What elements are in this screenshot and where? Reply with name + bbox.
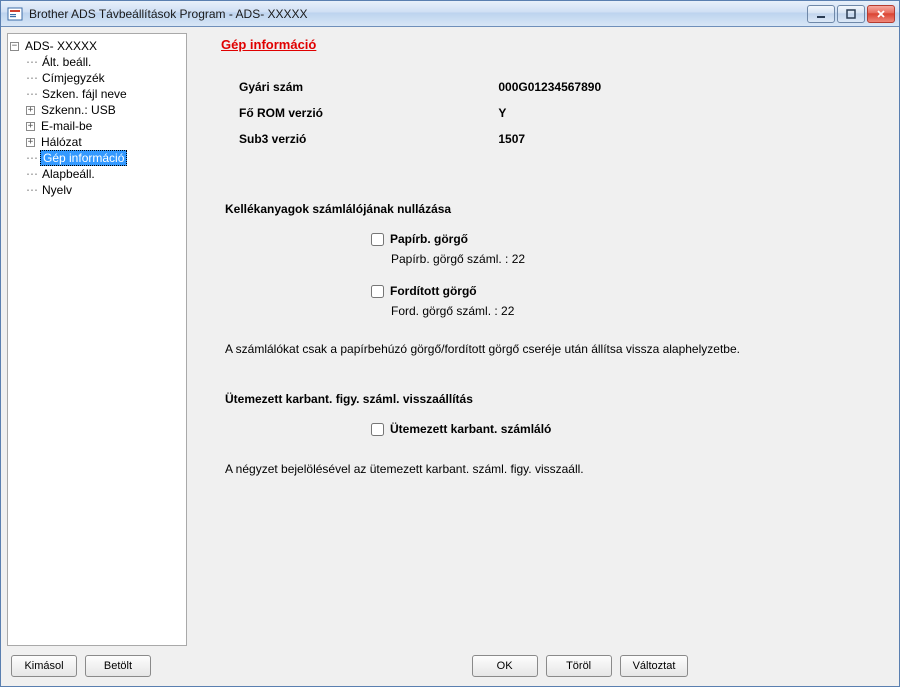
pickup-roller-label: Papírb. görgő (390, 232, 468, 246)
expand-icon[interactable]: + (26, 122, 35, 131)
minimize-button[interactable] (807, 5, 835, 23)
tree-item[interactable]: ⋯Gép információ (10, 150, 184, 166)
window-controls (807, 5, 895, 23)
reverse-roller-count: Ford. görgő száml. : 22 (391, 304, 885, 318)
sched-maint-note: A négyzet bejelölésével az ütemezett kar… (225, 462, 881, 476)
tree-item[interactable]: ⋯Ált. beáll. (10, 54, 184, 70)
sched-maint-label: Ütemezett karbant. számláló (390, 422, 551, 436)
tree-branch-icon: ⋯ (26, 151, 40, 165)
tree-item-label: Címjegyzék (40, 71, 107, 85)
machine-info-table: Gyári szám 000G01234567890 Fő ROM verzió… (239, 80, 885, 158)
mainrom-value: Y (498, 106, 506, 120)
cancel-button[interactable]: Töröl (546, 655, 612, 677)
tree-root-label: ADS- XXXXX (23, 39, 99, 53)
tree-item[interactable]: + E-mail-be (10, 118, 184, 134)
reset-supplies-note: A számlálókat csak a papírbehúzó görgő/f… (225, 342, 881, 356)
tree-item[interactable]: ⋯Nyelv (10, 182, 184, 198)
tree-branch-icon: ⋯ (26, 71, 40, 85)
tree-item[interactable]: + Hálózat (10, 134, 184, 150)
titlebar: Brother ADS Távbeállítások Program - ADS… (1, 1, 899, 27)
sub3-value: 1507 (498, 132, 525, 146)
app-window: Brother ADS Távbeállítások Program - ADS… (0, 0, 900, 687)
left-buttons: Kimásol Betölt (11, 655, 151, 677)
apply-button[interactable]: Változtat (620, 655, 689, 677)
reverse-roller-label: Fordított görgő (390, 284, 477, 298)
tree-item-label: Nyelv (40, 183, 74, 197)
ok-button[interactable]: OK (472, 655, 538, 677)
tree-root[interactable]: − ADS- XXXXX (10, 38, 184, 54)
app-icon (7, 6, 23, 22)
reset-supplies-heading: Kellékanyagok számlálójának nullázása (225, 202, 885, 216)
pickup-roller-checkbox[interactable] (371, 233, 384, 246)
tree-item[interactable]: ⋯Szken. fájl neve (10, 86, 184, 102)
tree-item[interactable]: ⋯Alapbeáll. (10, 166, 184, 182)
sched-maint-heading: Ütemezett karbant. figy. száml. visszaál… (225, 392, 885, 406)
window-title: Brother ADS Távbeállítások Program - ADS… (29, 7, 807, 21)
pickup-roller-count: Papírb. görgő száml. : 22 (391, 252, 885, 266)
expand-icon[interactable]: + (26, 106, 35, 115)
sub3-label: Sub3 verzió (239, 132, 495, 146)
right-buttons: OK Töröl Változtat (472, 655, 689, 677)
tree-item-label: Alapbeáll. (40, 167, 97, 181)
page-title: Gép információ (221, 37, 885, 52)
reverse-roller-checkbox[interactable] (371, 285, 384, 298)
serial-value: 000G01234567890 (498, 80, 601, 94)
bottom-button-bar: Kimásol Betölt OK Töröl Változtat (7, 646, 893, 686)
tree-item[interactable]: + Szkenn.: USB (10, 102, 184, 118)
expand-icon[interactable]: + (26, 138, 35, 147)
tree-item-label: Hálózat (39, 135, 84, 149)
content-panel: Gép információ Gyári szám 000G0123456789… (197, 33, 893, 646)
tree-branch-icon: ⋯ (26, 87, 40, 101)
close-button[interactable] (867, 5, 895, 23)
tree-item-label: Gép információ (40, 150, 127, 166)
tree-item-label: Szken. fájl neve (40, 87, 129, 101)
tree-item[interactable]: ⋯Címjegyzék (10, 70, 184, 86)
collapse-icon[interactable]: − (10, 42, 19, 51)
tree-item-label: E-mail-be (39, 119, 94, 133)
client-area: − ADS- XXXXX ⋯Ált. beáll.⋯Címjegyzék⋯Szk… (1, 27, 899, 686)
sched-maint-group: Ütemezett karbant. számláló (371, 420, 885, 438)
maximize-button[interactable] (837, 5, 865, 23)
sched-maint-checkbox[interactable] (371, 423, 384, 436)
export-button[interactable]: Kimásol (11, 655, 77, 677)
tree-branch-icon: ⋯ (26, 55, 40, 69)
navigation-tree[interactable]: − ADS- XXXXX ⋯Ált. beáll.⋯Címjegyzék⋯Szk… (7, 33, 187, 646)
tree-item-label: Szkenn.: USB (39, 103, 118, 117)
tree-branch-icon: ⋯ (26, 167, 40, 181)
serial-label: Gyári szám (239, 80, 495, 94)
main-area: − ADS- XXXXX ⋯Ált. beáll.⋯Címjegyzék⋯Szk… (7, 33, 893, 646)
tree-item-label: Ált. beáll. (40, 55, 93, 69)
pickup-roller-group: Papírb. görgő Papírb. görgő száml. : 22 … (371, 230, 885, 318)
mainrom-label: Fő ROM verzió (239, 106, 495, 120)
tree-branch-icon: ⋯ (26, 183, 40, 197)
import-button[interactable]: Betölt (85, 655, 151, 677)
